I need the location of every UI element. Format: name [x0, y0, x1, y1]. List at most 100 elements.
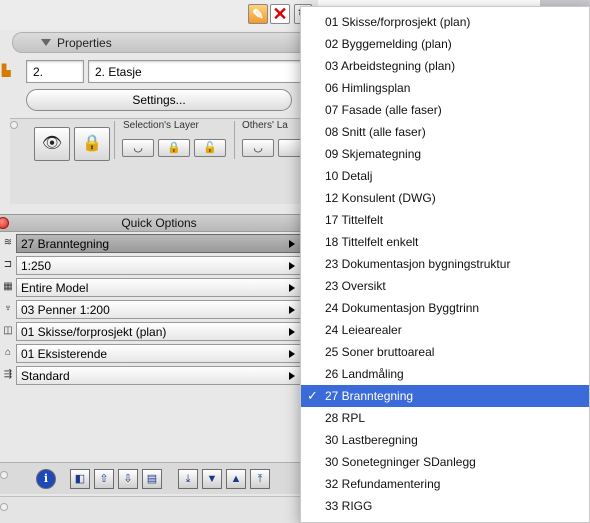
menu-item[interactable]: 10 Detalj [301, 165, 589, 187]
story-name-field[interactable]: 2. Etasje [88, 60, 318, 83]
quick-option-row: ◫ 01 Skisse/forprosjekt (plan) [0, 321, 318, 343]
menu-item-label: 26 Landmåling [325, 367, 404, 381]
others-layer-label: Others' La [242, 120, 288, 131]
quick-options-header: Quick Options [0, 214, 318, 232]
structure-display-icon: ▦ [3, 281, 13, 292]
quick-option-value: Entire Model [21, 281, 89, 295]
menu-item-label: 06 Himlingsplan [325, 81, 411, 95]
menu-item-label: 33 RIGG [325, 499, 373, 513]
collapse-circle-icon[interactable] [0, 503, 8, 511]
menu-item-label: 03 Arbeidstegning (plan) [325, 59, 456, 73]
menu-item-label: 28 RPL [325, 411, 366, 425]
quick-option-row: ▦ Entire Model [0, 277, 318, 299]
renovation-filter-icon: ⌂ [4, 347, 12, 358]
menu-item[interactable]: 06 Himlingsplan [301, 77, 589, 99]
quick-option-row: ⌂ 01 Eksisterende [0, 343, 318, 365]
show-all-layers-icon[interactable]: 👁 [34, 127, 70, 161]
divider [114, 121, 115, 159]
quick-option-row: ≋ 27 Branntegning [0, 233, 318, 255]
menu-item[interactable]: 23 Dokumentasjon bygningstruktur [301, 253, 589, 275]
collapse-circle-icon[interactable] [10, 121, 18, 129]
story-icon: ▙ [2, 65, 11, 77]
collapse-circle-icon[interactable] [0, 471, 8, 479]
new-layout-icon[interactable]: ✎ [248, 4, 268, 24]
menu-item-label: 09 Skjemategning [325, 147, 422, 161]
first-icon[interactable]: ⤓ [178, 469, 198, 489]
popup-arrow-icon [289, 306, 295, 314]
prev-icon[interactable]: ▼ [202, 469, 222, 489]
popup-arrow-icon [289, 240, 295, 248]
menu-item-label: 24 Leiearealer [325, 323, 402, 337]
menu-item-label: 25 Soner bruttoareal [325, 345, 435, 359]
model-view-options-icon: ◫ [3, 325, 13, 336]
scale-icon: ⊐ [3, 259, 13, 270]
menu-item[interactable]: 01 Skisse/forprosjekt (plan) [301, 11, 589, 33]
popup-arrow-icon [289, 350, 295, 358]
checkmark-icon: ✓ [307, 388, 318, 403]
menu-item[interactable]: 25 Soner bruttoareal [301, 341, 589, 363]
menu-item-label: 02 Byggemelding (plan) [325, 37, 452, 51]
others-layer-hide-icon[interactable]: ◡ [242, 139, 274, 157]
quick-option-popup[interactable]: 01 Skisse/forprosjekt (plan) [16, 322, 304, 341]
quick-option-value: 03 Penner 1:200 [21, 303, 110, 317]
quick-option-popup[interactable]: Standard [16, 366, 304, 385]
settings-button[interactable]: Settings... [26, 89, 292, 111]
quick-option-popup[interactable]: 01 Eksisterende [16, 344, 304, 363]
quick-option-popup[interactable]: 27 Branntegning [16, 234, 304, 253]
delete-icon[interactable]: ✕ [270, 4, 290, 24]
menu-item[interactable]: 17 Tittelfelt [301, 209, 589, 231]
move-up-icon[interactable]: ⇧ [94, 469, 114, 489]
menu-item-label: 30 Lastberegning [325, 433, 418, 447]
menu-item[interactable]: 07 Fasade (alle faser) [301, 99, 589, 121]
selection-layer-label: Selection's Layer [123, 120, 199, 131]
info-icon[interactable]: i [36, 469, 56, 489]
menu-item[interactable]: 08 Snitt (alle faser) [301, 121, 589, 143]
menu-item[interactable]: ✓ 27 Branntegning [301, 385, 589, 407]
quick-option-popup[interactable]: Entire Model [16, 278, 304, 297]
menu-item[interactable]: 32 Refundamentering [301, 473, 589, 495]
menu-item[interactable]: 33 RIGG [301, 495, 589, 517]
menu-item[interactable]: 18 Tittelfelt enkelt [301, 231, 589, 253]
menu-item[interactable]: 28 RPL [301, 407, 589, 429]
menu-item-label: 07 Fasade (alle faser) [325, 103, 442, 117]
menu-item[interactable]: 24 Dokumentasjon Byggtrinn [301, 297, 589, 319]
next-icon[interactable]: ▲ [226, 469, 246, 489]
menu-item[interactable]: 03 Arbeidstegning (plan) [301, 55, 589, 77]
quick-option-value: 27 Branntegning [21, 237, 110, 251]
move-down-icon[interactable]: ⇩ [118, 469, 138, 489]
properties-header[interactable]: Properties [12, 32, 318, 53]
quick-option-value: 01 Eksisterende [21, 347, 108, 361]
popup-arrow-icon [289, 372, 295, 380]
dimension-icon: ⇶ [3, 369, 13, 380]
view-icon[interactable]: ◧ [70, 469, 90, 489]
menu-item[interactable]: 09 Skjemategning [301, 143, 589, 165]
menu-item-label: 08 Snitt (alle faser) [325, 125, 426, 139]
palette-bottom-bar: i ◧ ⇧ ⇩ ▤ ⤓ ▼ ▲ ⤒ [0, 462, 318, 494]
list-icon[interactable]: ▤ [142, 469, 162, 489]
selection-layer-lock-icon[interactable]: 🔒 [158, 139, 190, 157]
menu-item-label: 23 Dokumentasjon bygningstruktur [325, 257, 511, 271]
menu-item[interactable]: 23 Oversikt [301, 275, 589, 297]
layer-panel: 👁 🔒 Selection's Layer ◡ 🔒 🔓 Others' La ◡ [10, 118, 318, 204]
selection-layer-hide-icon[interactable]: ◡ [122, 139, 154, 157]
selection-layer-unlock-icon[interactable]: 🔓 [194, 139, 226, 157]
quick-option-popup[interactable]: 1:250 [16, 256, 304, 275]
menu-item-label: 32 Refundamentering [325, 477, 441, 491]
menu-item-label: 01 Skisse/forprosjekt (plan) [325, 15, 471, 29]
story-number-field[interactable]: 2. [26, 60, 84, 83]
quick-option-row: ⇶ Standard [0, 365, 318, 387]
menu-item[interactable]: 12 Konsulent (DWG) [301, 187, 589, 209]
menu-item[interactable]: 26 Landmåling [301, 363, 589, 385]
navigator-palette: ✎ ✕ ↻ Properties ▙ 2. 2. Etasje Settings… [0, 0, 318, 523]
quick-option-popup[interactable]: 03 Penner 1:200 [16, 300, 304, 319]
menu-item[interactable]: 24 Leiearealer [301, 319, 589, 341]
last-icon[interactable]: ⤒ [250, 469, 270, 489]
quick-option-row: ♆ 03 Penner 1:200 [0, 299, 318, 321]
quick-option-row: ⊐ 1:250 [0, 255, 318, 277]
menu-item[interactable]: 30 Sonetegninger SDanlegg [301, 451, 589, 473]
menu-item[interactable]: 30 Lastberegning [301, 429, 589, 451]
disclosure-triangle-icon[interactable] [41, 39, 51, 46]
menu-item[interactable]: 02 Byggemelding (plan) [301, 33, 589, 55]
lock-all-layers-icon[interactable]: 🔒 [74, 127, 110, 161]
menu-item-label: 30 Sonetegninger SDanlegg [325, 455, 476, 469]
